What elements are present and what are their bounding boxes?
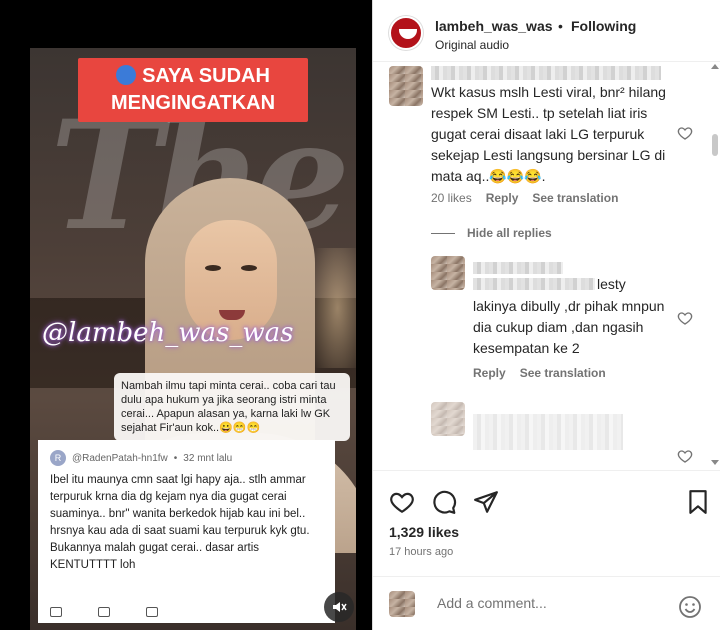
- post-likes-count[interactable]: 1,329 likes: [389, 524, 459, 540]
- scroll-thumb[interactable]: [712, 134, 718, 156]
- video-quote-bubble: Nambah ilmu tapi minta cerai.. coba cari…: [114, 373, 350, 441]
- original-audio-link[interactable]: Original audio: [435, 38, 509, 52]
- bookmark-icon[interactable]: [685, 489, 711, 515]
- post-header: lambeh_was_was • Following Original audi…: [373, 0, 720, 62]
- reply-meta: Reply See translation: [473, 366, 606, 380]
- reply-icon: [146, 607, 158, 617]
- video-frame[interactable]: The SAYA SUDAH MENGINGATKAN @lambeh_was_…: [30, 48, 356, 630]
- youtube-comment-card: R @RadenPatah-hn1fw • 32 mnt lalu Ibel i…: [38, 440, 335, 623]
- account-avatar[interactable]: [389, 16, 423, 50]
- comment-reply-button[interactable]: Reply: [486, 191, 519, 205]
- comment-list[interactable]: Wkt kasus mslh Lesti viral, bnr² hilang …: [373, 62, 709, 470]
- next-reply-blurred: [473, 414, 623, 450]
- reply-partial-word: lesty: [597, 276, 626, 292]
- comment-like-heart-icon[interactable]: [677, 125, 693, 141]
- emoji-icon[interactable]: [678, 595, 702, 619]
- current-user-avatar: [389, 591, 415, 617]
- video-watermark: @lambeh_was_was: [42, 318, 294, 348]
- yt-separator: •: [173, 452, 178, 464]
- account-username[interactable]: lambeh_was_was: [435, 18, 553, 34]
- yt-time: 32 mnt lalu: [183, 452, 233, 464]
- caption-line-1: SAYA SUDAH: [142, 65, 270, 87]
- yt-author: @RadenPatah-hn1fw: [72, 452, 168, 464]
- eye-right: [241, 265, 257, 271]
- following-button[interactable]: Following: [571, 18, 636, 34]
- next-reply-avatar-blurred[interactable]: [431, 402, 465, 436]
- scroll-up-arrow[interactable]: [711, 64, 719, 69]
- reply-avatar-blurred[interactable]: [431, 256, 465, 290]
- add-comment-bar: [373, 576, 720, 630]
- comment-likes[interactable]: 20 likes: [431, 191, 472, 205]
- hide-replies-label[interactable]: Hide all replies: [467, 226, 552, 240]
- reply-name-blurred: [473, 262, 563, 274]
- heart-icon[interactable]: [389, 489, 415, 515]
- speaking-head-icon: [116, 65, 137, 85]
- reply-reply-button[interactable]: Reply: [473, 366, 506, 380]
- hide-replies-line: [431, 232, 455, 234]
- comment-text: Wkt kasus mslh Lesti viral, bnr² hilang …: [431, 84, 666, 184]
- share-icon[interactable]: [473, 489, 499, 515]
- comments-pane: lambeh_was_was • Following Original audi…: [372, 0, 720, 630]
- reply-text: lakinya dibully ,dr pihak mnpun dia cuku…: [473, 298, 665, 356]
- mute-icon: [333, 602, 347, 612]
- mute-button[interactable]: [324, 592, 354, 622]
- next-reply-like-heart-icon[interactable]: [677, 448, 693, 464]
- comment-meta: 20 likes Reply See translation: [431, 191, 618, 205]
- eye-left: [205, 265, 221, 271]
- video-caption-title: SAYA SUDAH MENGINGATKAN: [78, 58, 308, 122]
- comments-scrollbar[interactable]: [711, 62, 719, 470]
- commenter-name-blurred: [431, 66, 661, 80]
- yt-comment-header: R @RadenPatah-hn1fw • 32 mnt lalu: [50, 450, 323, 466]
- reply-translate-button[interactable]: See translation: [520, 366, 606, 380]
- caption-line-2: MENGINGATKAN: [110, 92, 276, 114]
- scroll-down-arrow[interactable]: [711, 460, 719, 465]
- yt-comment-actions: [50, 607, 158, 617]
- post-actions-bar: [373, 470, 720, 530]
- yt-comment-text: Ibel itu maunya cmn saat lgi hapy aja.. …: [50, 474, 310, 571]
- post-timestamp[interactable]: 17 hours ago: [389, 546, 453, 558]
- yt-avatar: R: [50, 450, 66, 466]
- thumbs-down-icon: [98, 607, 110, 617]
- reply-text-blurred: [473, 278, 595, 290]
- thumbs-up-icon: [50, 607, 62, 617]
- comment-translate-button[interactable]: See translation: [532, 191, 618, 205]
- reply-like-heart-icon[interactable]: [677, 310, 693, 326]
- comment-icon[interactable]: [431, 489, 457, 515]
- background-light: [315, 248, 356, 368]
- header-separator: •: [558, 18, 563, 34]
- add-comment-input[interactable]: [437, 595, 657, 611]
- commenter-avatar-blurred[interactable]: [389, 66, 423, 106]
- hide-replies-toggle[interactable]: Hide all replies: [431, 226, 552, 240]
- video-pane[interactable]: The SAYA SUDAH MENGINGATKAN @lambeh_was_…: [0, 0, 372, 630]
